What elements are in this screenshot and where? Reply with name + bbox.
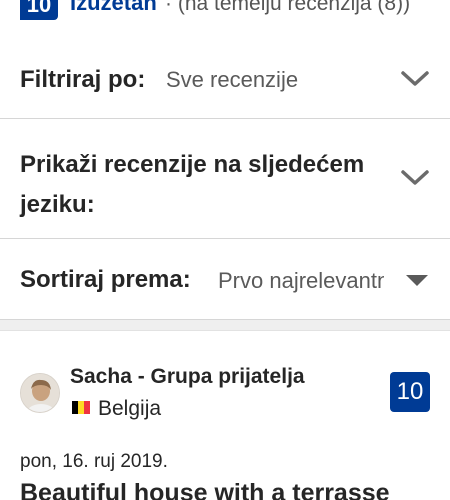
summary-score-badge: 10 xyxy=(20,0,58,20)
sort-select[interactable]: Sortiraj prema: Prvo najrelevantnije xyxy=(0,239,450,319)
filter-label: Filtriraj po: xyxy=(20,66,146,93)
reviewer-country: Belgija xyxy=(98,397,162,420)
review-card: Sacha - Grupa prijatelja Belgija 10 pon,… xyxy=(0,331,450,500)
review-score-badge: 10 xyxy=(390,372,430,412)
person-avatar-icon xyxy=(21,374,59,412)
chevron-down-icon[interactable] xyxy=(400,169,430,187)
sort-value[interactable]: Prvo najrelevantnije xyxy=(218,268,384,294)
chevron-down-icon[interactable] xyxy=(400,70,430,88)
belgium-flag-icon xyxy=(72,401,90,414)
language-label: Prikaži recenzije na sljedećem jeziku: xyxy=(20,151,365,218)
avatar xyxy=(20,373,60,413)
review-date: pon, 16. ruj 2019. xyxy=(20,451,168,472)
summary-rating-word[interactable]: Izuzetan xyxy=(70,0,157,16)
caret-down-icon[interactable] xyxy=(406,275,428,286)
reviewer-name: Sacha - Grupa prijatelja xyxy=(70,365,305,388)
language-dropdown[interactable]: Prikaži recenzije na sljedećem jeziku: xyxy=(0,119,450,239)
summary-review-count: · (na temelju recenzija (8)) xyxy=(165,0,411,15)
filter-dropdown[interactable]: Filtriraj po: Sve recenzije xyxy=(0,38,450,119)
section-divider xyxy=(0,319,450,331)
review-summary: 10 Izuzetan · (na temelju recenzija (8)) xyxy=(0,0,450,20)
review-title: Beautiful house with a terrasse xyxy=(20,479,390,500)
filter-value: Sve recenzije xyxy=(166,67,299,92)
sort-label: Sortiraj prema: xyxy=(20,266,191,293)
